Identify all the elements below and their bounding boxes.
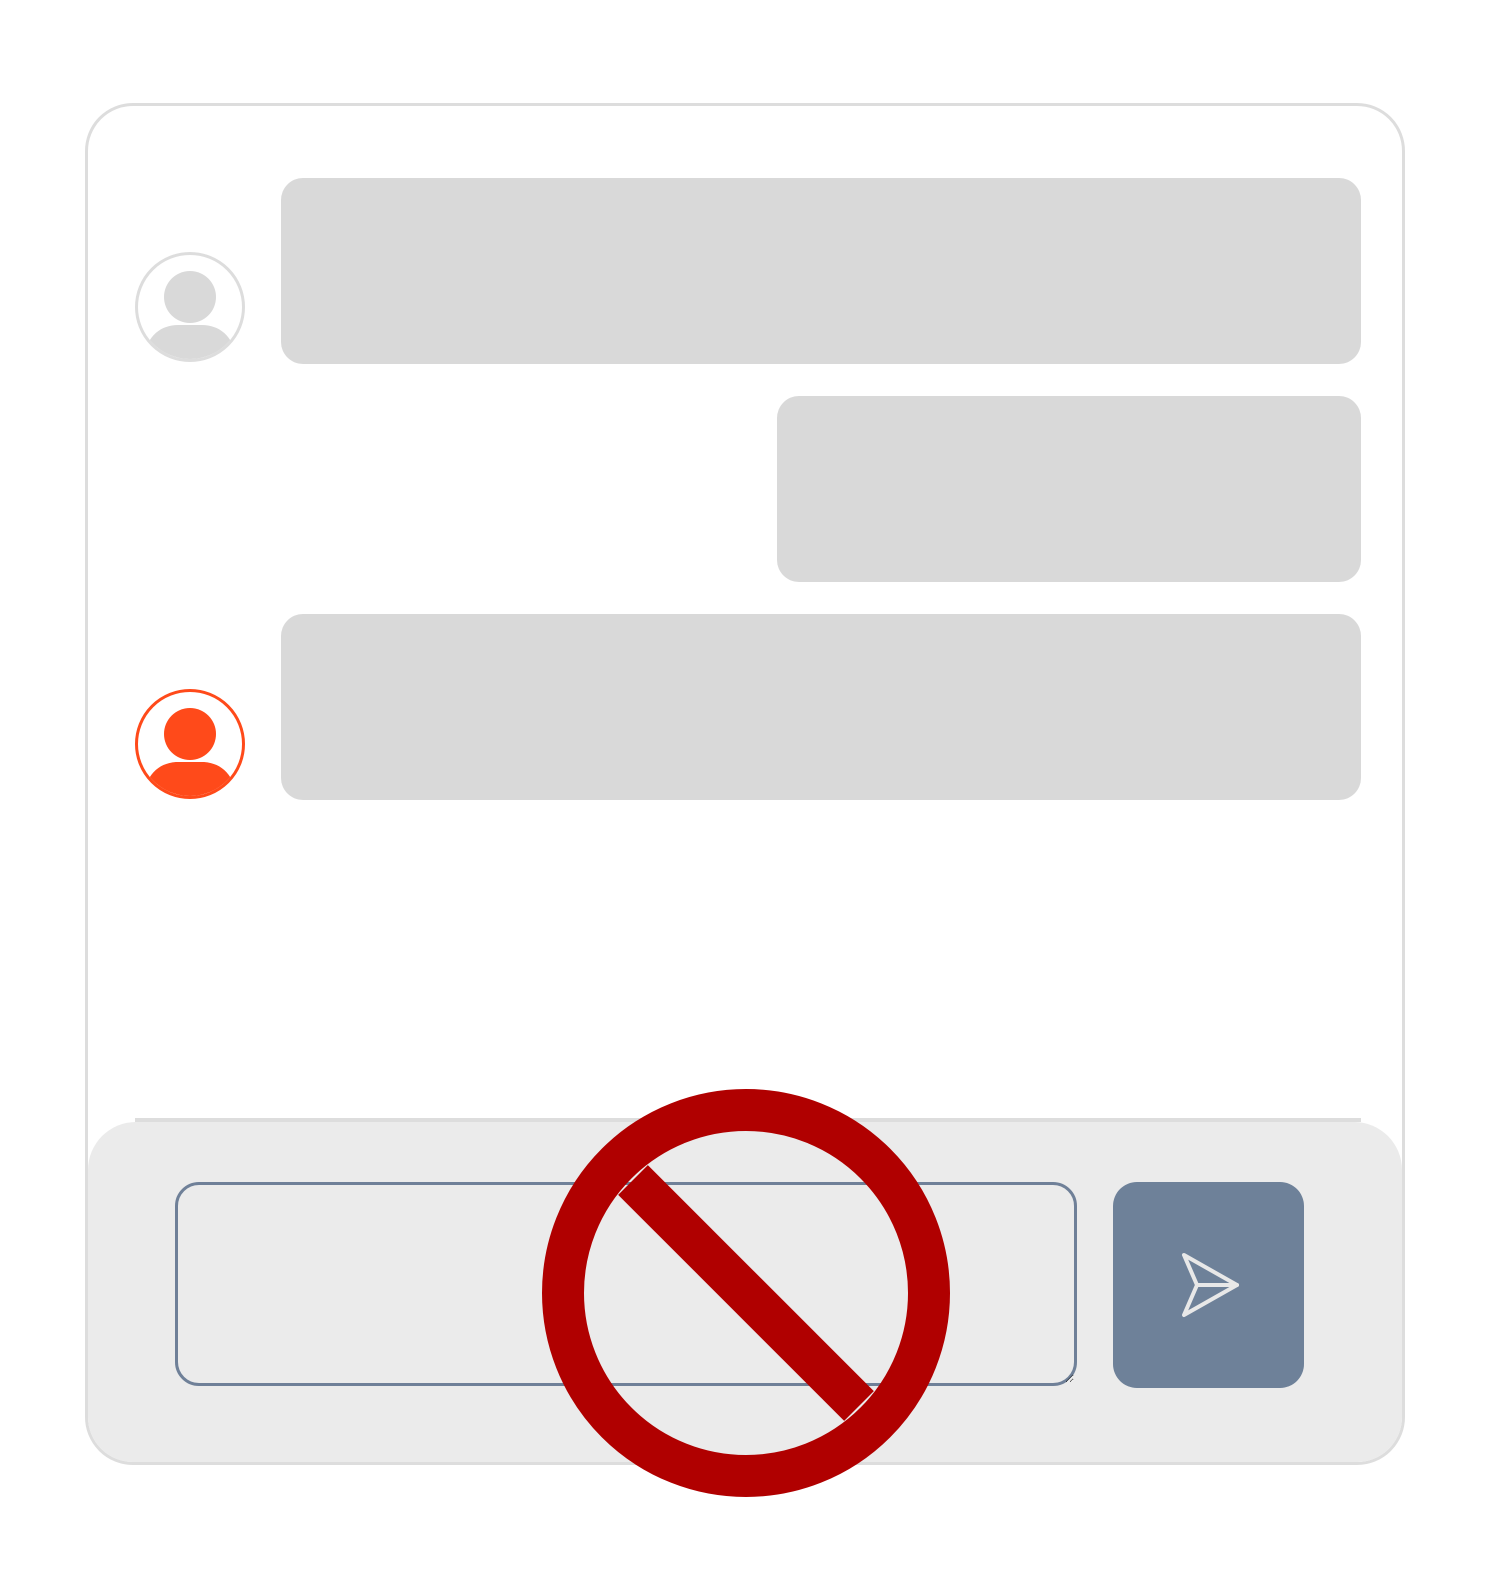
send-icon [1181, 1253, 1239, 1317]
message-bubble-sent [777, 396, 1361, 582]
avatar-other-user-icon [135, 252, 245, 362]
message-composer [88, 1122, 1402, 1462]
message-bubble-sent-with-avatar [281, 614, 1361, 800]
message-input[interactable] [175, 1182, 1077, 1386]
message-bubble-received [281, 178, 1361, 364]
avatar-current-user-icon [135, 689, 245, 799]
chat-window [85, 103, 1405, 1465]
send-button[interactable] [1113, 1182, 1304, 1388]
page [0, 0, 1502, 1571]
